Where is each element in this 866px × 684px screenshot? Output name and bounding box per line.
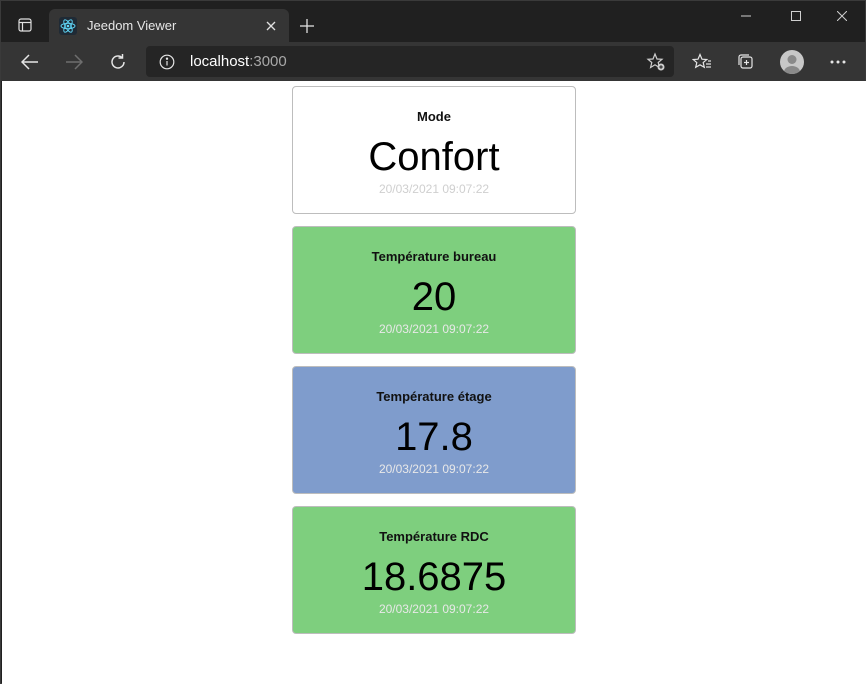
forward-arrow-icon[interactable] [58,46,90,78]
maximize-icon[interactable] [773,1,819,31]
card-value: 18.6875 [361,555,507,599]
back-arrow-icon[interactable] [14,46,46,78]
address-bar[interactable]: localhost:3000 [146,46,674,77]
close-icon[interactable] [261,16,281,36]
tab-strip: Jeedom Viewer [1,1,865,42]
card-temperature-bureau: Température bureau 20 20/03/2021 09:07:2… [292,226,576,354]
card-date: 20/03/2021 09:07:22 [378,322,490,336]
info-icon[interactable] [156,51,178,73]
page-content: Mode Confort 20/03/2021 09:07:22 Tempéra… [2,81,866,684]
card-value: 17.8 [395,415,473,459]
more-icon[interactable] [822,46,854,78]
card-value: 20 [411,275,457,319]
url-text: localhost:3000 [190,53,287,70]
react-icon [59,17,77,35]
url-port: :3000 [249,53,287,70]
tab-jeedom-viewer[interactable]: Jeedom Viewer [49,9,289,42]
window-close-icon[interactable] [819,1,865,31]
avatar-icon[interactable] [780,50,804,74]
card-date: 20/03/2021 09:07:22 [378,462,490,476]
url-host: localhost [190,53,250,70]
refresh-icon[interactable] [102,46,134,78]
card-mode: Mode Confort 20/03/2021 09:07:22 [292,86,576,214]
card-title: Mode [417,109,451,124]
favorites-icon[interactable] [686,46,718,78]
star-plus-icon[interactable] [644,50,668,74]
browser-window: Jeedom Viewer localhost:3000 Mode Confor… [0,0,866,684]
tab-title: Jeedom Viewer [87,18,177,33]
card-value: Confort [368,135,500,179]
card-temperature-etage: Température étage 17.8 20/03/2021 09:07:… [292,366,576,494]
card-title: Température étage [376,389,492,404]
minimize-icon[interactable] [723,1,769,31]
card-title: Température RDC [379,529,489,544]
browser-toolbar: localhost:3000 [1,42,865,81]
card-temperature-rdc: Température RDC 18.6875 20/03/2021 09:07… [292,506,576,634]
card-title: Température bureau [371,249,497,264]
plus-icon[interactable] [293,13,321,39]
card-date: 20/03/2021 09:07:22 [378,182,490,196]
tab-actions-icon[interactable] [9,10,41,40]
card-date: 20/03/2021 09:07:22 [378,602,490,616]
collections-icon[interactable] [730,46,762,78]
